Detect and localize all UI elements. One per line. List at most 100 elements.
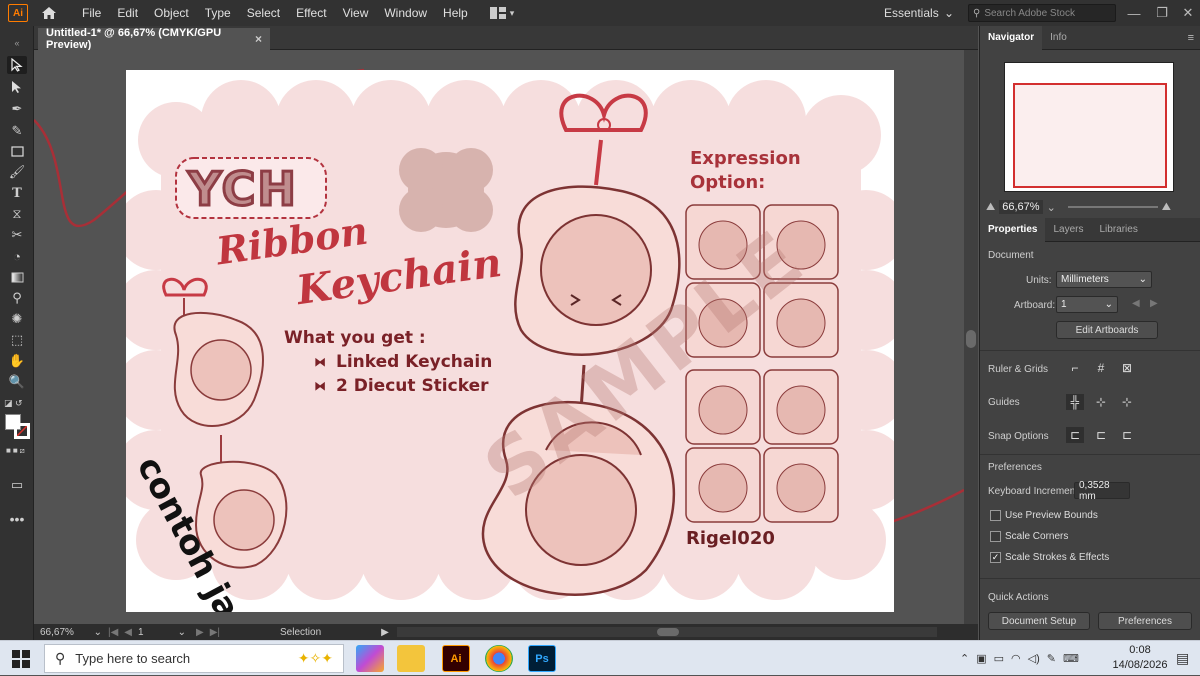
minimize-icon[interactable]: — [1120,0,1148,26]
ruler-icon[interactable]: ⌐ [1066,360,1084,376]
transparency-grid-icon[interactable]: ⊠ [1118,360,1136,376]
menu-effect[interactable]: Effect [288,6,334,20]
illustrator-app-icon[interactable]: Ai [442,645,470,672]
what-you-get-heading[interactable]: What you get : [284,328,426,348]
windows-start-icon[interactable] [12,650,30,668]
direct-selection-tool-icon[interactable] [7,78,27,96]
wifi-icon[interactable]: ◠ [1011,652,1021,665]
edit-artboards-button[interactable]: Edit Artboards [1056,321,1158,339]
units-select[interactable]: Millimeters ⌄ [1056,271,1152,288]
prev-artboard-icon[interactable]: ◀ [124,627,132,638]
paintbrush-tool-icon[interactable]: 🖌 [7,163,27,181]
scale-strokes-checkbox[interactable]: ✓ Scale Strokes & Effects [990,552,1109,563]
menu-edit[interactable]: Edit [109,6,146,20]
scale-corners-checkbox[interactable]: Scale Corners [990,531,1068,542]
preferences-button[interactable]: Preferences [1098,612,1192,630]
notifications-icon[interactable]: ▤ [1176,650,1189,667]
scrollbar-thumb[interactable] [966,330,976,348]
hand-tool-icon[interactable]: ✋ [7,352,27,370]
fill-stroke-swatches[interactable] [5,414,31,440]
adobe-stock-search[interactable]: ⚲ Search Adobe Stock [968,4,1116,22]
scissors-tool-icon[interactable]: ✂ [7,226,27,244]
snap-to-glyph-icon[interactable]: ⊏ [1118,427,1136,443]
artboard[interactable]: SAMPLE YCH Ribbon Keychain What you get … [126,70,894,612]
grid-icon[interactable]: # [1092,360,1110,376]
navigator-viewport[interactable] [1013,83,1167,188]
copilot-app-icon[interactable] [356,645,384,672]
workspace-switcher[interactable]: Essentials ⌄ [878,4,960,22]
selection-tool-icon[interactable] [7,56,27,74]
menu-select[interactable]: Select [239,6,288,20]
menu-window[interactable]: Window [376,6,435,20]
checkbox-box[interactable] [990,531,1001,542]
arrange-documents-icon[interactable]: ▾ [489,7,514,19]
zoom-in-icon[interactable]: ⛰ [1162,201,1171,214]
tab-properties[interactable]: Properties [980,217,1046,242]
list-item[interactable]: ⧓ Linked Keychain [314,350,492,374]
eyedropper-tool-icon[interactable]: ⚲ [7,289,27,307]
canvas-area[interactable]: SAMPLE YCH Ribbon Keychain What you get … [34,50,964,624]
keyboard-increment-input[interactable]: 0,3528 mm [1074,480,1130,502]
default-colors-icon[interactable]: ◪ ↺ [4,398,30,414]
checkbox-box[interactable] [990,510,1001,521]
menu-type[interactable]: Type [197,6,239,20]
chrome-app-icon[interactable] [485,645,513,672]
tab-layers[interactable]: Layers [1045,218,1091,242]
expression-title-2[interactable]: Option: [690,172,765,193]
status-menu-icon[interactable]: ▶ [381,627,389,638]
checkmark-icon[interactable]: ✓ [990,552,1001,563]
warp-tool-icon[interactable]: ◔ [7,247,27,265]
horizontal-scrollbar[interactable] [396,627,937,637]
restore-icon[interactable]: ❐ [1148,0,1176,26]
edit-toolbar-icon[interactable]: ••• [7,510,27,528]
snap-to-pixel-icon[interactable]: ⊏ [1092,427,1110,443]
artist-signature[interactable]: Rigel020 [686,528,775,549]
document-setup-button[interactable]: Document Setup [988,612,1090,630]
menu-help[interactable]: Help [435,6,476,20]
close-icon[interactable]: ✕ [1174,0,1200,26]
type-tool-icon[interactable]: T [7,184,27,202]
zoom-select[interactable]: 66,67% ⌄ [40,627,102,638]
zoom-slider[interactable] [1067,206,1158,208]
next-artboard-icon[interactable]: ▶ [1150,298,1158,309]
use-preview-bounds-checkbox[interactable]: Use Preview Bounds [990,510,1098,521]
artboard-tool-icon[interactable]: ⬚ [7,331,27,349]
menu-object[interactable]: Object [146,6,197,20]
home-icon[interactable] [38,2,60,24]
file-explorer-icon[interactable] [397,645,425,672]
lock-guides-icon[interactable]: ⊹ [1092,394,1110,410]
menu-view[interactable]: View [335,6,377,20]
scrollbar-thumb[interactable] [656,628,679,636]
show-guides-icon[interactable]: ╬ [1066,394,1084,410]
screen-mode-icon[interactable]: ▭ [7,476,27,494]
menu-file[interactable]: File [74,6,109,20]
document-tab[interactable]: Untitled-1* @ 66,67% (CMYK/GPU Preview) … [38,27,270,51]
tab-info[interactable]: Info [1042,26,1075,50]
photoshop-app-icon[interactable]: Ps [528,645,556,672]
tab-navigator[interactable]: Navigator [980,25,1043,50]
pen-icon[interactable]: ✎ [1047,652,1056,665]
toolbar-collapse-icon[interactable]: « [7,34,27,52]
next-artboard-icon[interactable]: ▶ [196,627,204,638]
first-artboard-icon[interactable]: |◀ [108,627,118,638]
zoom-out-icon[interactable]: ⛰ [986,201,995,214]
chevron-down-icon[interactable]: ⌄ [1047,201,1056,214]
show-hidden-icons-icon[interactable]: ⌃ [960,652,969,665]
artboard-number-select[interactable]: 1 ⌄ [138,627,186,638]
language-icon[interactable]: ⌨ [1063,652,1079,665]
zoom-tool-icon[interactable]: 🔍 [7,373,27,391]
navigator-zoom-value[interactable]: 66,67% [999,200,1043,214]
list-item[interactable]: ⧓ 2 Diecut Sticker [314,374,492,398]
last-artboard-icon[interactable]: ▶| [210,627,220,638]
reflect-tool-icon[interactable]: ⧖ [7,205,27,223]
color-mode-icons[interactable]: ■■⧄ [6,446,27,456]
pen-tool-icon[interactable]: ✒ [7,100,27,118]
snap-to-point-icon[interactable]: ⊏ [1066,427,1084,443]
panel-menu-icon[interactable]: ≡ [1188,32,1194,44]
rectangle-tool-icon[interactable] [7,142,27,160]
prev-artboard-icon[interactable]: ◀ [1132,298,1140,309]
title-ych[interactable]: YCH [187,161,298,218]
artboard-select[interactable]: 1 ⌄ [1056,296,1118,313]
expression-title-1[interactable]: Expression [690,148,801,169]
volume-icon[interactable]: ◁) [1028,652,1040,665]
